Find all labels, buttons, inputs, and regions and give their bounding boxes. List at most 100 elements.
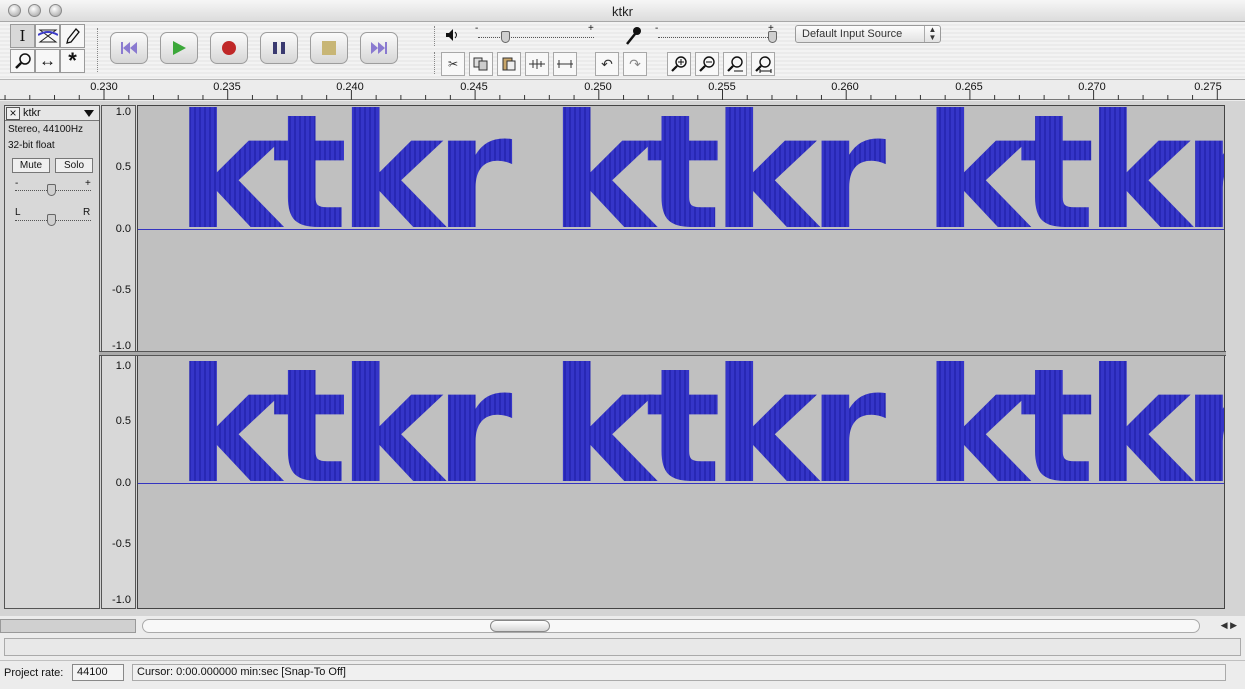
pan-slider-thumb[interactable] xyxy=(47,214,56,226)
scrollbar-left-area xyxy=(0,619,136,633)
tools-toolbar: I ↔ * xyxy=(8,24,88,74)
ruler-label: 0.245 xyxy=(460,81,488,93)
pan-left-label: L xyxy=(15,207,21,218)
i-beam-icon: I xyxy=(19,27,26,45)
copy-button[interactable] xyxy=(469,52,493,76)
track-title-bar[interactable]: × ktkr xyxy=(5,106,99,121)
toolbar: I ↔ * - + - + Default Input Source ▲ ▼ ✂… xyxy=(0,22,1245,80)
zoom-out-icon xyxy=(699,56,715,72)
left-channel[interactable]: ktkr ktkr ktkr ktk xyxy=(138,106,1224,354)
track-format: Stereo, 44100Hz xyxy=(8,124,84,135)
ruler-label: 0.265 xyxy=(955,81,983,93)
skip-to-end-button[interactable] xyxy=(360,32,398,64)
vruler-label: -0.5 xyxy=(112,538,131,550)
selection-bar xyxy=(4,638,1241,656)
zoom-fit-icon xyxy=(755,56,772,73)
input-source-value: Default Input Source xyxy=(802,28,903,40)
time-shift-tool-button[interactable]: ↔ xyxy=(35,49,60,73)
scroll-arrows-icon[interactable]: ◀ ▶ xyxy=(1221,620,1237,631)
waveform-display[interactable]: ktkr ktkr ktkr ktk ktkr ktkr ktkr ktk xyxy=(137,105,1225,609)
silence-icon xyxy=(557,60,573,68)
paste-button[interactable] xyxy=(497,52,521,76)
stop-icon xyxy=(322,41,336,55)
pause-button[interactable] xyxy=(260,32,298,64)
microphone-icon xyxy=(626,27,641,45)
cursor-status: Cursor: 0:00.000000 min:sec [Snap-To Off… xyxy=(132,664,1226,681)
stop-button[interactable] xyxy=(310,32,348,64)
ruler-label: 0.235 xyxy=(213,81,241,93)
record-button[interactable] xyxy=(210,32,248,64)
speaker-icon xyxy=(446,29,457,41)
zoom-selection-icon xyxy=(727,56,743,72)
output-volume-slider[interactable] xyxy=(478,37,594,38)
copy-icon xyxy=(473,57,488,71)
undo-icon: ↶ xyxy=(601,55,613,72)
cut-button[interactable]: ✂ xyxy=(441,52,465,76)
chevron-down-icon[interactable] xyxy=(84,110,94,117)
envelope-tool-button[interactable] xyxy=(35,24,60,48)
timeline-ruler[interactable]: 0.230 0.235 0.240 0.245 0.250 0.255 0.26… xyxy=(0,80,1245,100)
horizontal-scrollbar[interactable]: ◀ ▶ xyxy=(0,617,1245,635)
right-channel[interactable]: ktkr ktkr ktkr ktk xyxy=(138,348,1224,608)
edit-toolbar-grip[interactable] xyxy=(434,52,436,74)
play-button[interactable] xyxy=(160,32,198,64)
vruler-label: 0.5 xyxy=(115,161,131,173)
skip-start-icon xyxy=(121,42,137,54)
gain-minus-label: - xyxy=(15,178,19,189)
track-control-panel[interactable]: × ktkr Stereo, 44100Hz 32-bit float Mute… xyxy=(4,105,100,609)
status-bar: Project rate: 44100 Cursor: 0:00.000000 … xyxy=(0,660,1245,689)
output-volume-thumb[interactable] xyxy=(501,31,510,43)
scrollbar-thumb[interactable] xyxy=(490,620,550,632)
vruler-label: 1.0 xyxy=(115,106,131,118)
track-bitdepth: 32-bit float xyxy=(8,140,55,151)
channel-separator xyxy=(99,351,1226,356)
window-title: ktkr xyxy=(612,4,633,19)
double-arrow-icon: ↔ xyxy=(39,51,56,70)
mixer-toolbar-grip[interactable] xyxy=(434,26,436,46)
paste-icon xyxy=(502,57,516,71)
ruler-label: 0.270 xyxy=(1078,81,1106,93)
fit-selection-button[interactable] xyxy=(723,52,747,76)
redo-button[interactable]: ↷ xyxy=(623,52,647,76)
asterisk-icon: * xyxy=(68,48,77,73)
solo-button[interactable]: Solo xyxy=(55,158,93,173)
draw-tool-button[interactable] xyxy=(60,24,85,48)
vruler-label: 0.5 xyxy=(115,415,131,427)
input-volume-slider[interactable] xyxy=(658,37,776,38)
waveform-shape: ktkr ktkr ktkr ktk xyxy=(176,106,1224,252)
scrollbar-trough[interactable] xyxy=(142,619,1200,633)
mic-minus-label: - xyxy=(655,23,659,34)
title-bar: ktkr xyxy=(0,0,1245,22)
undo-button[interactable]: ↶ xyxy=(595,52,619,76)
pencil-icon xyxy=(65,28,80,44)
selection-tool-button[interactable]: I xyxy=(10,24,35,48)
ruler-label: 0.240 xyxy=(336,81,364,93)
silence-button[interactable] xyxy=(553,52,577,76)
mute-button[interactable]: Mute xyxy=(12,158,50,173)
project-rate-field[interactable]: 44100 xyxy=(72,664,124,681)
input-volume-thumb[interactable] xyxy=(768,31,777,43)
gain-slider-thumb[interactable] xyxy=(47,184,56,196)
pan-right-label: R xyxy=(83,207,91,218)
zoom-in-button[interactable] xyxy=(667,52,691,76)
vruler-label: 0.0 xyxy=(115,223,131,235)
toolbar-grip[interactable] xyxy=(97,28,99,72)
multi-tool-button[interactable]: * xyxy=(60,49,85,73)
magnifier-icon xyxy=(14,53,31,69)
vruler-label: 0.0 xyxy=(115,477,131,489)
volume-plus-label: + xyxy=(588,23,594,34)
record-icon xyxy=(222,41,236,55)
zoom-out-button[interactable] xyxy=(695,52,719,76)
zoom-tool-button[interactable] xyxy=(10,49,35,73)
scissors-icon: ✂ xyxy=(447,57,459,71)
skip-to-start-button[interactable] xyxy=(110,32,148,64)
trim-button[interactable] xyxy=(525,52,549,76)
close-track-button[interactable]: × xyxy=(6,107,20,120)
trim-icon xyxy=(529,59,545,69)
waveform-shape: ktkr ktkr ktkr ktk xyxy=(176,348,1224,506)
fit-project-button[interactable] xyxy=(751,52,775,76)
vruler-label: -1.0 xyxy=(112,594,131,606)
ruler-ticks xyxy=(4,90,1218,100)
volume-minus-label: - xyxy=(475,23,479,34)
input-source-select[interactable]: Default Input Source ▲ ▼ xyxy=(795,25,941,43)
